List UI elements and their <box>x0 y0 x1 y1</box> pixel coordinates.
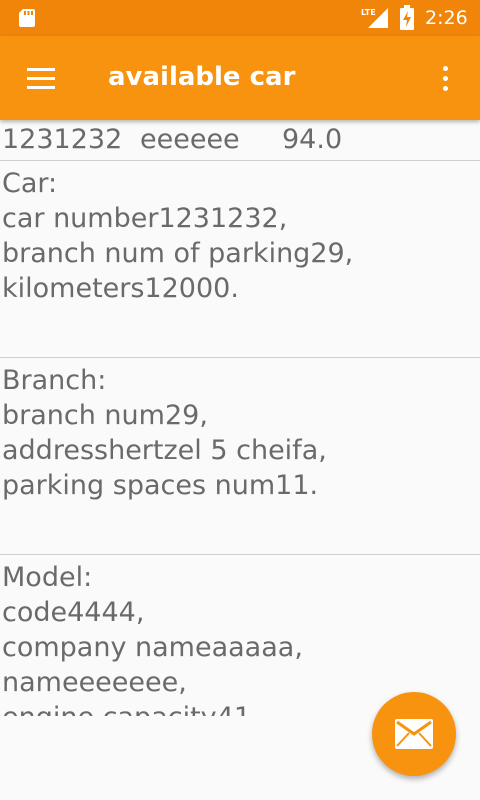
branch-number-line: branch num29, <box>2 400 208 431</box>
branch-heading: Branch: <box>2 365 107 396</box>
page-title: available car <box>108 62 296 92</box>
more-vert-icon[interactable] <box>428 58 464 98</box>
model-heading: Model: <box>2 562 93 593</box>
app-bar: available car <box>0 36 480 120</box>
branch-section: Branch: branch num29, addresshertzel 5 c… <box>0 358 480 555</box>
car-section: Car: car number1231232, branch num of pa… <box>0 161 480 358</box>
car-details-list: 1231232 eeeeee 94.0 Car: car number12312… <box>0 120 480 716</box>
model-code-line: code4444, <box>2 597 145 628</box>
status-time: 2:26 <box>425 7 468 29</box>
car-name-value: eeeeee <box>140 124 240 155</box>
hamburger-menu-icon[interactable] <box>18 58 66 98</box>
email-icon <box>395 719 433 749</box>
car-heading: Car: <box>2 168 58 199</box>
car-branch-line: branch num of parking29, <box>2 238 354 269</box>
email-fab-button[interactable] <box>372 692 456 776</box>
car-number-line: car number1231232, <box>2 203 288 234</box>
lte-signal-icon: LTE <box>361 8 388 28</box>
svg-text:LTE: LTE <box>361 8 376 17</box>
model-name-line: nameeeeeee, <box>2 667 187 698</box>
car-price-value: 94.0 <box>282 124 343 155</box>
branch-address-line: addresshertzel 5 cheifa, <box>2 435 327 466</box>
battery-charging-icon <box>400 5 414 30</box>
car-kilometers-line: kilometers12000. <box>2 273 239 304</box>
car-summary-row[interactable]: 1231232 eeeeee 94.0 <box>0 120 480 161</box>
status-bar: LTE 2:26 <box>0 0 480 36</box>
branch-parking-line: parking spaces num11. <box>2 470 319 501</box>
model-engine-line: engine capacity41 <box>2 700 251 716</box>
sd-card-icon <box>19 9 35 27</box>
car-number-value: 1231232 <box>2 124 123 155</box>
model-company-line: company nameaaaaa, <box>2 632 303 663</box>
